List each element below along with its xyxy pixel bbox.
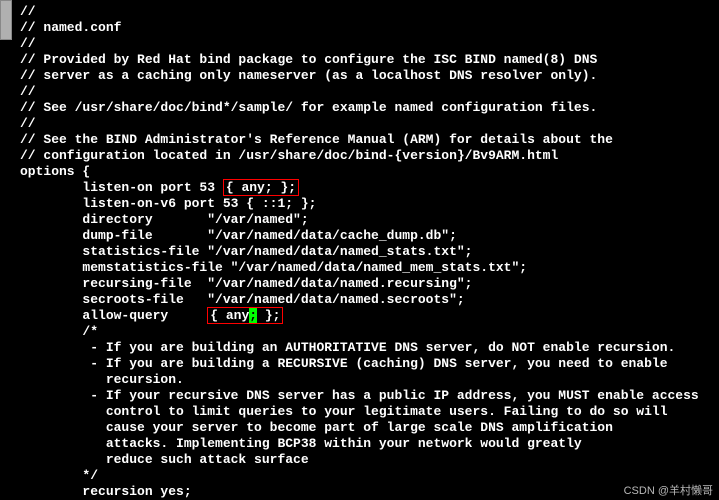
directory-line: directory "/var/named"; xyxy=(20,212,719,228)
block-comment-line: control to limit queries to your legitim… xyxy=(20,404,719,420)
block-comment-open: /* xyxy=(20,324,719,340)
allow-query-line: allow-query { any; }; xyxy=(20,308,719,324)
comment-line: // server as a caching only nameserver (… xyxy=(20,68,719,84)
block-comment-line: cause your server to become part of larg… xyxy=(20,420,719,436)
comment-line: // xyxy=(20,84,719,100)
memstats-line: memstatistics-file "/var/named/data/name… xyxy=(20,260,719,276)
editor-viewport[interactable]: //// named.conf//// Provided by Red Hat … xyxy=(0,0,719,500)
options-open: options { xyxy=(20,164,719,180)
comment-line: // xyxy=(20,4,719,20)
block-comment-close: */ xyxy=(20,468,719,484)
comment-line: // See /usr/share/doc/bind*/sample/ for … xyxy=(20,100,719,116)
allow-hl-a: { any xyxy=(210,308,249,323)
cursor: ; xyxy=(249,308,257,323)
watermark: CSDN @羊村懒哥 xyxy=(624,482,713,498)
comment-line: // Provided by Red Hat bind package to c… xyxy=(20,52,719,68)
gutter-handle xyxy=(0,0,12,40)
comment-line: // named.conf xyxy=(20,20,719,36)
dump-file-line: dump-file "/var/named/data/cache_dump.db… xyxy=(20,228,719,244)
block-comment-line: recursion. xyxy=(20,372,719,388)
block-comment-line: attacks. Implementing BCP38 within your … xyxy=(20,436,719,452)
allow-hl-b: }; xyxy=(257,308,280,323)
comment-line: // configuration located in /usr/share/d… xyxy=(20,148,719,164)
block-comment-line: - If you are building a RECURSIVE (cachi… xyxy=(20,356,719,372)
recursing-line: recursing-file "/var/named/data/named.re… xyxy=(20,276,719,292)
comment-line: // See the BIND Administrator's Referenc… xyxy=(20,132,719,148)
block-comment-line: reduce such attack surface xyxy=(20,452,719,468)
listen-v6-line: listen-on-v6 port 53 { ::1; }; xyxy=(20,196,719,212)
highlight-box-1: { any; }; xyxy=(223,179,299,196)
highlight-box-2: { any; }; xyxy=(207,307,283,324)
comment-line: // xyxy=(20,36,719,52)
recursion-line: recursion yes; xyxy=(20,484,719,500)
secroots-line: secroots-file "/var/named/data/named.sec… xyxy=(20,292,719,308)
stats-file-line: statistics-file "/var/named/data/named_s… xyxy=(20,244,719,260)
listen-on-line: listen-on port 53 { any; }; xyxy=(20,180,719,196)
allow-prefix: allow-query xyxy=(20,308,207,323)
block-comment-line: - If your recursive DNS server has a pub… xyxy=(20,388,719,404)
listen-prefix: listen-on port 53 xyxy=(20,180,223,195)
block-comment-line: - If you are building an AUTHORITATIVE D… xyxy=(20,340,719,356)
comment-line: // xyxy=(20,116,719,132)
